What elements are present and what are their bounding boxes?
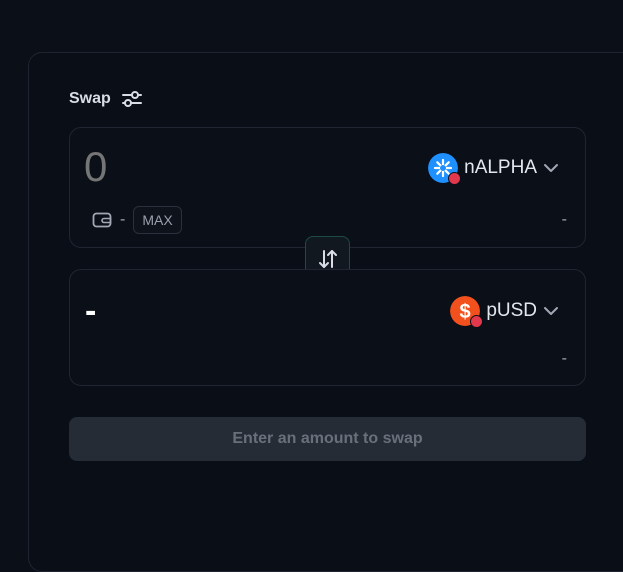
pusd-logo-icon: $ (450, 296, 484, 328)
to-usd-value: - (561, 350, 567, 367)
swap-header: Swap (69, 90, 143, 108)
chevron-down-icon (544, 307, 558, 315)
to-amount-output: - (85, 292, 97, 330)
from-balance-value: - (120, 211, 126, 228)
submit-swap-button[interactable]: Enter an amount to swap (69, 417, 586, 461)
from-token-symbol: nALPHA (464, 157, 537, 178)
from-token-select[interactable]: nALPHA (428, 153, 559, 185)
from-amount-input[interactable] (84, 142, 284, 192)
sliders-icon[interactable] (121, 90, 143, 108)
network-badge-icon (448, 172, 462, 185)
chevron-down-icon (544, 164, 558, 172)
network-badge-icon (470, 315, 484, 328)
to-token-select[interactable]: $ pUSD (450, 296, 559, 328)
wallet-icon (92, 212, 112, 228)
svg-text:$: $ (460, 301, 471, 323)
arrows-up-down-icon (318, 249, 337, 268)
page-title: Swap (69, 90, 111, 107)
from-panel: nALPHA - MAX - (69, 127, 586, 248)
nalpha-logo-icon (428, 153, 462, 185)
from-usd-value: - (561, 211, 567, 228)
to-token-symbol: pUSD (486, 300, 537, 321)
to-panel: - $ pUSD - (69, 269, 586, 386)
max-button[interactable]: MAX (133, 206, 182, 234)
from-balance-row: - MAX (92, 206, 182, 234)
